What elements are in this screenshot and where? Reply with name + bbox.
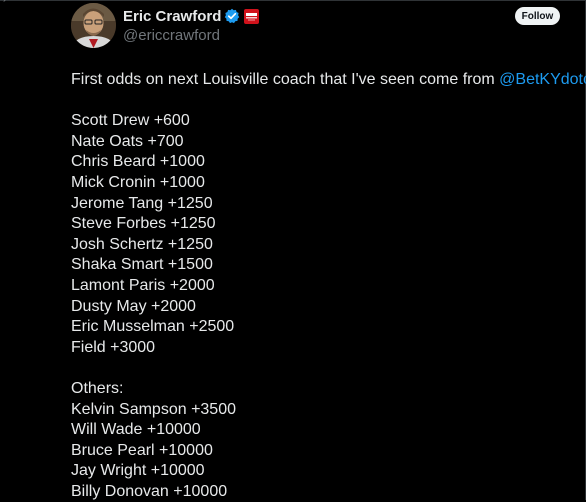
- follow-button[interactable]: Follow: [515, 7, 560, 25]
- odds-list: Scott Drew +600Nate Oats +700Chris Beard…: [71, 111, 583, 358]
- odds-line: Lamont Paris +2000: [71, 276, 583, 297]
- odds-line: Nate Oats +700: [71, 132, 583, 153]
- others-odds-line: Will Wade +10000: [71, 420, 583, 441]
- mention-link[interactable]: @BetKYdotcom: [499, 71, 586, 88]
- odds-line: Eric Musselman +2500: [71, 317, 583, 338]
- user-handle[interactable]: @ericcrawford: [123, 27, 259, 44]
- tweet-text: First odds on next Louisville coach that…: [71, 70, 583, 502]
- odds-line: Shaka Smart +1500: [71, 255, 583, 276]
- tweet-intro-line: First odds on next Louisville coach that…: [71, 70, 583, 91]
- odds-line: Scott Drew +600: [71, 111, 583, 132]
- others-odds-line: Billy Donovan +10000: [71, 482, 583, 502]
- odds-line: Jerome Tang +1250: [71, 194, 583, 215]
- odds-line: Dusty May +2000: [71, 297, 583, 318]
- wdrb-affiliate-logo-icon[interactable]: [244, 9, 259, 24]
- verified-badge-icon: [224, 8, 240, 24]
- odds-line: Mick Cronin +1000: [71, 173, 583, 194]
- author-block: Eric Crawford @ericcrawford: [123, 6, 259, 44]
- odds-line: Steve Forbes +1250: [71, 214, 583, 235]
- blank-line: [71, 358, 583, 379]
- name-row: Eric Crawford: [123, 6, 259, 26]
- others-odds-line: Kelvin Sampson +3500: [71, 400, 583, 421]
- blank-line: [71, 91, 583, 112]
- avatar-photo-icon: [71, 3, 116, 48]
- others-odds-line: Bruce Pearl +10000: [71, 441, 583, 462]
- avatar[interactable]: [71, 3, 116, 48]
- odds-line: Josh Schertz +1250: [71, 235, 583, 256]
- tweet-intro-text: First odds on next Louisville coach that…: [71, 71, 499, 88]
- odds-line: Chris Beard +1000: [71, 152, 583, 173]
- odds-line: Field +3000: [71, 338, 583, 359]
- display-name[interactable]: Eric Crawford: [123, 8, 221, 25]
- others-heading: Others:: [71, 379, 583, 400]
- more-options-icon[interactable]: •••: [282, 0, 297, 3]
- external-link-icon[interactable]: ↗: [2, 0, 10, 5]
- others-odds-line: Jay Wright +10000: [71, 461, 583, 482]
- others-list: Kelvin Sampson +3500Will Wade +10000Bruc…: [71, 400, 583, 502]
